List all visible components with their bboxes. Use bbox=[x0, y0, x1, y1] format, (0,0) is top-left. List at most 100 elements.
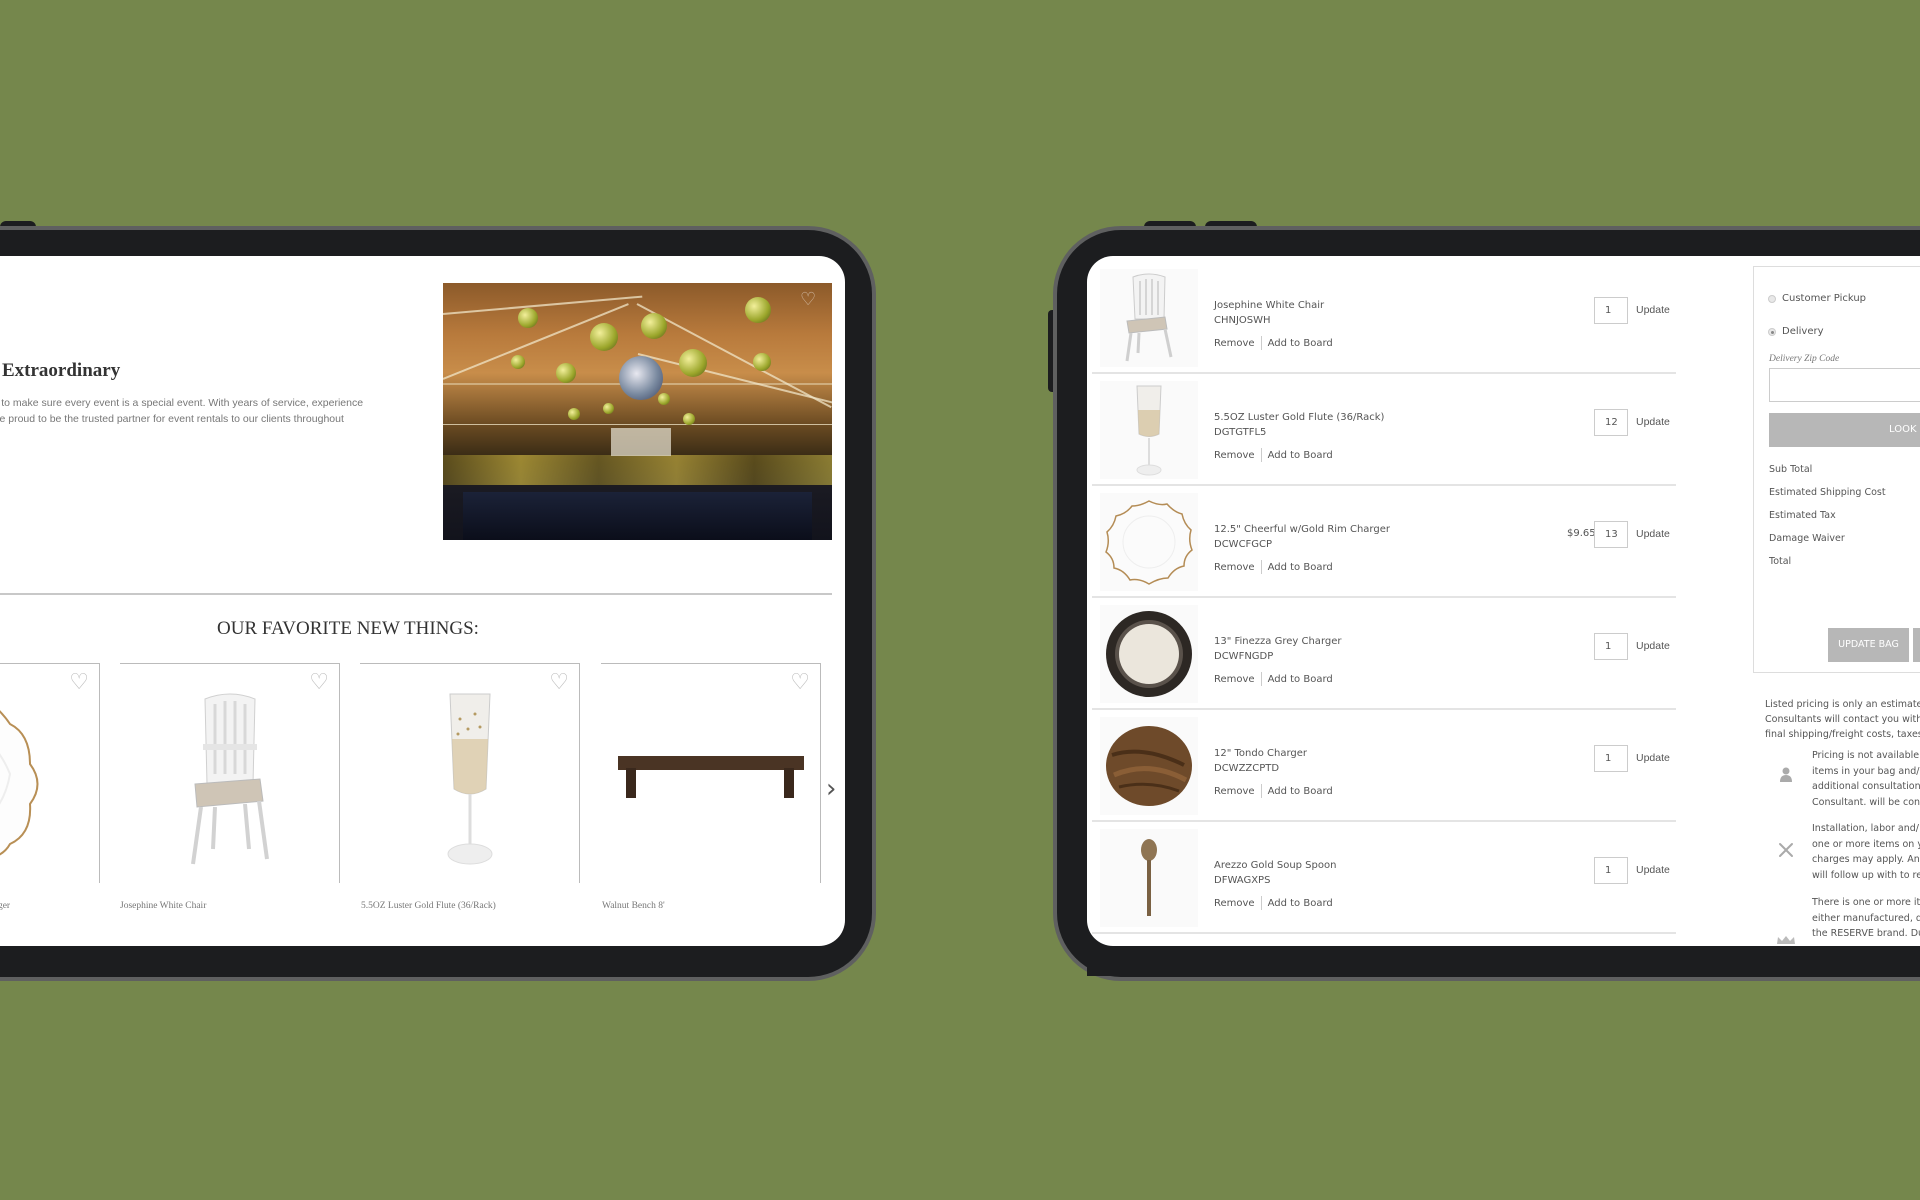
add-to-board-link[interactable]: Add to Board bbox=[1268, 450, 1333, 461]
update-quantity-link[interactable]: Update bbox=[1636, 304, 1670, 316]
cart-item-actions: Remove Add to Board bbox=[1214, 896, 1333, 910]
add-to-board-link[interactable]: Add to Board bbox=[1268, 674, 1333, 685]
checkout-button[interactable] bbox=[1913, 628, 1920, 662]
damage-waiver-label: Damage Waiver bbox=[1769, 533, 1845, 544]
note-line: charges may apply. An bbox=[1812, 854, 1920, 865]
product-card-label[interactable]: harger bbox=[0, 901, 10, 911]
remove-link[interactable]: Remove bbox=[1214, 450, 1255, 461]
action-separator bbox=[1260, 672, 1262, 686]
product-card[interactable]: ♡ bbox=[0, 663, 100, 883]
cart-item-image[interactable] bbox=[1100, 829, 1198, 927]
update-quantity-link[interactable]: Update bbox=[1636, 528, 1670, 540]
quantity-input[interactable]: 1 bbox=[1594, 745, 1628, 772]
cart-item-image[interactable] bbox=[1100, 381, 1198, 479]
note-line: one or more items on y bbox=[1812, 838, 1920, 850]
radio-selected-icon[interactable] bbox=[1768, 327, 1776, 336]
update-quantity-link[interactable]: Update bbox=[1636, 752, 1670, 764]
cart-item-image[interactable] bbox=[1100, 605, 1198, 703]
quantity-input[interactable]: 1 bbox=[1594, 857, 1628, 884]
note-pricing: Pricing is not available items in your b… bbox=[1812, 748, 1920, 810]
remove-link[interactable]: Remove bbox=[1214, 338, 1255, 349]
note-line: either manufactured, d bbox=[1812, 912, 1920, 924]
note-installation: Installation, labor and/ one or more ite… bbox=[1812, 821, 1920, 883]
cart-item-image[interactable] bbox=[1100, 269, 1198, 367]
cart-item-name[interactable]: 12.5" Cheerful w/Gold Rim Charger bbox=[1214, 524, 1390, 535]
add-to-board-link[interactable]: Add to Board bbox=[1268, 338, 1333, 349]
product-card[interactable]: ♡ bbox=[601, 663, 821, 883]
cart-item-name[interactable]: Arezzo Gold Soup Spoon bbox=[1214, 860, 1336, 871]
hero-title: Extraordinary bbox=[2, 360, 121, 381]
remove-link[interactable]: Remove bbox=[1214, 562, 1255, 573]
radio-icon[interactable] bbox=[1768, 294, 1776, 303]
heart-icon[interactable]: ♡ bbox=[800, 291, 820, 309]
quantity-input[interactable]: 12 bbox=[1594, 409, 1628, 436]
note-line: There is one or more it bbox=[1812, 897, 1920, 908]
update-quantity-link[interactable]: Update bbox=[1636, 416, 1670, 428]
add-to-board-link[interactable]: Add to Board bbox=[1268, 786, 1333, 797]
cart-item-name[interactable]: 5.5OZ Luster Gold Flute (36/Rack) bbox=[1214, 412, 1384, 423]
cart-item-price: $9.65 bbox=[1567, 528, 1596, 539]
favorite-heart-icon[interactable]: ♡ bbox=[790, 672, 810, 694]
note-reserve: There is one or more it either manufactu… bbox=[1812, 895, 1920, 942]
note-line: Installation, labor and/ bbox=[1812, 823, 1919, 834]
favorites-title: OUR FAVORITE NEW THINGS: bbox=[217, 618, 479, 639]
quantity-input[interactable]: 1 bbox=[1594, 633, 1628, 660]
cart-item-row: Arezzo Gold Soup Spoon DFWAGXPS Remove Add … bbox=[1092, 823, 1676, 934]
total-label: Total bbox=[1769, 556, 1792, 567]
note-line: Consultant. will be cont bbox=[1812, 796, 1920, 808]
cart-item-name[interactable]: Josephine White Chair bbox=[1214, 300, 1324, 311]
update-bag-button[interactable]: UPDATE BAG bbox=[1828, 628, 1909, 662]
action-separator bbox=[1260, 448, 1262, 462]
cart-item-actions: Remove Add to Board bbox=[1214, 448, 1333, 462]
quantity-input[interactable]: 1 bbox=[1594, 297, 1628, 324]
update-quantity-link[interactable]: Update bbox=[1636, 640, 1670, 652]
disclaimer-line: final shipping/freight costs, taxes, bbox=[1765, 729, 1920, 740]
zip-code-input[interactable] bbox=[1769, 368, 1920, 402]
user-icon bbox=[1776, 767, 1796, 787]
product-card-label[interactable]: 5.5OZ Luster Gold Flute (36/Rack) bbox=[361, 901, 496, 911]
cart-item-sku: CHNJOSWH bbox=[1214, 315, 1271, 326]
cart-item-name[interactable]: 13" Finezza Grey Charger bbox=[1214, 636, 1342, 647]
customer-pickup-label: Customer Pickup bbox=[1782, 293, 1867, 304]
product-card-label[interactable]: Josephine White Chair bbox=[120, 901, 206, 911]
add-to-board-link[interactable]: Add to Board bbox=[1268, 562, 1333, 573]
delivery-radio[interactable]: Delivery bbox=[1768, 326, 1824, 337]
cart-item-sku: DCWZZCPTD bbox=[1214, 763, 1280, 774]
hero-image: ♡ bbox=[443, 283, 832, 540]
product-card-label[interactable]: Walnut Bench 8' bbox=[602, 901, 665, 911]
note-line: will follow up with to re bbox=[1812, 869, 1920, 881]
cart-item-actions: Remove Add to Board bbox=[1214, 336, 1333, 350]
cart-item-sku: DCWFNGDP bbox=[1214, 651, 1274, 662]
lookup-button[interactable]: LOOK bbox=[1769, 413, 1920, 447]
customer-pickup-radio[interactable]: Customer Pickup bbox=[1768, 293, 1866, 304]
gold-flute-image bbox=[447, 693, 493, 865]
tablet-right-bezel-bottom bbox=[1087, 946, 1920, 976]
favorite-heart-icon[interactable]: ♡ bbox=[549, 672, 569, 694]
favorite-heart-icon[interactable]: ♡ bbox=[309, 672, 329, 694]
cart-item-image[interactable] bbox=[1100, 717, 1198, 815]
delivery-label: Delivery bbox=[1782, 326, 1824, 337]
chevron-right-icon[interactable]: › bbox=[826, 776, 836, 802]
cart-item-row: 5.5OZ Luster Gold Flute (36/Rack) DGTGTFL… bbox=[1092, 375, 1676, 486]
product-card[interactable]: ♡ bbox=[120, 663, 340, 883]
update-quantity-link[interactable]: Update bbox=[1636, 864, 1670, 876]
quantity-input[interactable]: 13 bbox=[1594, 521, 1628, 548]
remove-link[interactable]: Remove bbox=[1214, 898, 1255, 909]
remove-link[interactable]: Remove bbox=[1214, 786, 1255, 797]
cart-item-sku: DFWAGXPS bbox=[1214, 875, 1271, 886]
favorite-heart-icon[interactable]: ♡ bbox=[69, 672, 89, 694]
remove-link[interactable]: Remove bbox=[1214, 674, 1255, 685]
cart-item-name[interactable]: 12" Tondo Charger bbox=[1214, 748, 1307, 759]
cart-item-sku: DGTGTFL5 bbox=[1214, 427, 1267, 438]
add-to-board-link[interactable]: Add to Board bbox=[1268, 898, 1333, 909]
cart-item-actions: Remove Add to Board bbox=[1214, 784, 1333, 798]
hero-text-line: l to make sure every event is a special … bbox=[0, 397, 364, 409]
cart-item-row: Josephine White Chair CHNJOSWH Remove Add t… bbox=[1092, 263, 1676, 374]
cart-item-image[interactable] bbox=[1100, 493, 1198, 591]
hero-text: l to make sure every event is a special … bbox=[0, 395, 366, 427]
note-line: additional consultation bbox=[1812, 781, 1920, 792]
pricing-disclaimer: Listed pricing is only an estimate. Cons… bbox=[1765, 697, 1920, 742]
hero-text-line: re proud to be the trusted partner for e… bbox=[0, 413, 344, 425]
product-card[interactable]: ♡ bbox=[360, 663, 580, 883]
note-line: Pricing is not available bbox=[1812, 750, 1920, 761]
